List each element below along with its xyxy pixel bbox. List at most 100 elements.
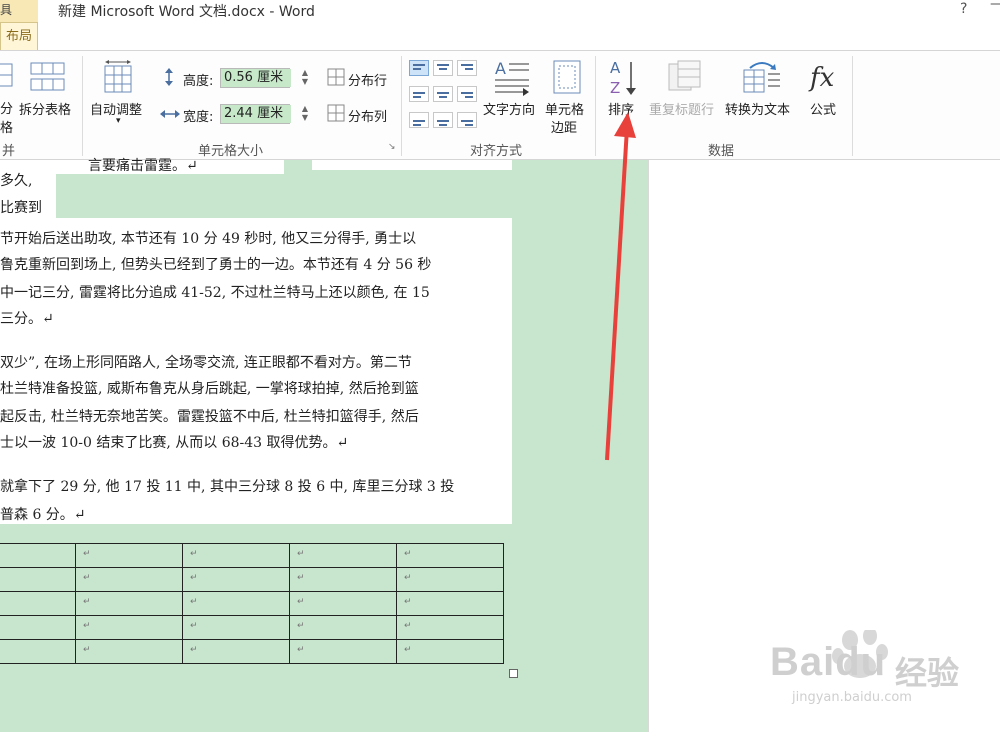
distribute-rows-icon[interactable]: [327, 68, 345, 86]
cell-end-mark: ↵: [83, 597, 91, 607]
left-text-column: 多久, 比赛到: [0, 160, 56, 218]
table-cell[interactable]: ↵: [182, 639, 290, 664]
table-cell[interactable]: ↵: [182, 615, 290, 640]
help-icon[interactable]: ?: [960, 1, 967, 17]
cell-end-mark: ↵: [404, 597, 412, 607]
minimize-icon[interactable]: —: [990, 0, 1000, 12]
cell-margins-button[interactable]: 单元格: [545, 99, 584, 118]
table-row[interactable]: ↵ ↵ ↵ ↵: [0, 639, 504, 664]
distribute-rows-button[interactable]: 分布行: [348, 70, 387, 89]
table-cell[interactable]: ↵: [75, 591, 183, 616]
width-spinner[interactable]: ▲ ▼: [298, 104, 312, 124]
table-cell[interactable]: ↵: [182, 543, 290, 568]
sort-icon[interactable]: A Z: [608, 58, 638, 96]
table-cell[interactable]: ↵: [289, 591, 397, 616]
convert-to-text-icon[interactable]: [742, 60, 782, 94]
cell-end-mark: ↵: [190, 549, 198, 559]
document-table[interactable]: ↵ ↵ ↵ ↵ ↵ ↵ ↵ ↵ ↵ ↵ ↵ ↵ ↵ ↵ ↵ ↵ ↵ ↵ ↵ ↵: [0, 543, 504, 664]
cell-end-mark: ↵: [404, 573, 412, 583]
width-value[interactable]: 2.44 厘米: [221, 105, 291, 123]
text-direction-icon[interactable]: A: [493, 58, 531, 98]
split-cells-label-2[interactable]: 格: [0, 117, 13, 136]
table-cell[interactable]: ↵: [182, 591, 290, 616]
repeat-header-rows-icon[interactable]: [668, 60, 702, 94]
table-row[interactable]: ↵ ↵ ↵ ↵: [0, 567, 504, 592]
text-line: 起反击, 杜兰特无奈地苦笑。雷霆投篮不中后, 杜兰特扣篮得手, 然后: [0, 409, 419, 425]
split-cells-icon[interactable]: [0, 62, 14, 90]
align-top-left-button[interactable]: [409, 60, 429, 76]
table-cell[interactable]: [0, 639, 76, 664]
width-field[interactable]: 2.44 厘米: [220, 104, 291, 124]
table-cell[interactable]: ↵: [75, 567, 183, 592]
cell-end-mark: ↵: [83, 645, 91, 655]
table-cell[interactable]: ↵: [289, 639, 397, 664]
cell-end-mark: ↵: [83, 573, 91, 583]
cell-margins-button-line2[interactable]: 边距: [551, 117, 577, 136]
align-bottom-center-button[interactable]: [433, 112, 453, 128]
align-bottom-right-button[interactable]: [457, 112, 477, 128]
cell-end-mark: ↵: [190, 621, 198, 631]
cell-end-mark: ↵: [297, 597, 305, 607]
table-cell[interactable]: ↵: [289, 615, 397, 640]
table-resize-handle[interactable]: [509, 669, 518, 678]
convert-to-text-button[interactable]: 转换为文本: [725, 99, 790, 118]
align-top-center-button[interactable]: [433, 60, 453, 76]
table-cell[interactable]: ↵: [75, 543, 183, 568]
align-top-right-button[interactable]: [457, 60, 477, 76]
table-cell[interactable]: [0, 543, 76, 568]
table-cell[interactable]: ↵: [396, 567, 504, 592]
repeat-header-rows-button[interactable]: 重复标题行: [649, 99, 714, 118]
align-bottom-left-button[interactable]: [409, 112, 429, 128]
align-middle-right-button[interactable]: [457, 86, 477, 102]
merge-group-label: 并: [2, 144, 16, 159]
height-label: 高度:: [183, 74, 214, 89]
cell-margins-icon[interactable]: [553, 60, 581, 94]
width-label: 宽度:: [183, 110, 214, 125]
table-cell[interactable]: ↵: [289, 543, 397, 568]
cell-end-mark: ↵: [297, 573, 305, 583]
distribute-columns-button[interactable]: 分布列: [348, 106, 387, 125]
table-cell-fragment[interactable]: 言要痛击雷霆。↵: [56, 158, 284, 174]
table-cell[interactable]: [0, 567, 76, 592]
height-value[interactable]: 0.56 厘米: [221, 69, 291, 87]
table-row[interactable]: ↵ ↵ ↵ ↵: [0, 615, 504, 640]
table-cell-fragment[interactable]: [312, 160, 512, 170]
split-cells-label-1[interactable]: 分: [0, 98, 13, 117]
table-cell[interactable]: [0, 591, 76, 616]
table-row[interactable]: ↵ ↵ ↵ ↵: [0, 591, 504, 616]
table-cell[interactable]: ↵: [75, 639, 183, 664]
text-line: 普森 6 分。↵: [0, 507, 86, 523]
table-cell[interactable]: ↵: [75, 615, 183, 640]
group-separator: [401, 56, 402, 156]
cell-end-mark: ↵: [404, 549, 412, 559]
group-separator: [595, 56, 596, 156]
autofit-dropdown-icon[interactable]: ▾: [116, 116, 121, 126]
dialog-launcher-icon[interactable]: ↘: [388, 142, 396, 152]
table-tools-tab-fragment[interactable]: 具: [0, 0, 38, 22]
autofit-icon[interactable]: [103, 60, 133, 94]
table-cell[interactable]: [0, 615, 76, 640]
ribbon-tab-row: [0, 22, 1000, 50]
align-middle-center-button[interactable]: [433, 86, 453, 102]
table-cell[interactable]: ↵: [182, 567, 290, 592]
text-direction-button[interactable]: 文字方向: [483, 99, 535, 118]
split-table-button[interactable]: 拆分表格: [19, 99, 71, 118]
text-line: 比赛到: [0, 200, 42, 216]
tab-layout[interactable]: 布局: [0, 22, 38, 50]
split-table-icon[interactable]: [30, 62, 66, 92]
table-cell[interactable]: ↵: [396, 591, 504, 616]
svg-text:A: A: [610, 59, 621, 77]
height-spinner[interactable]: ▲ ▼: [298, 68, 312, 88]
table-cell[interactable]: ↵: [396, 543, 504, 568]
align-middle-left-button[interactable]: [409, 86, 429, 102]
table-cell[interactable]: ↵: [396, 639, 504, 664]
table-cell[interactable]: ↵: [289, 567, 397, 592]
document-text-block[interactable]: 节开始后送出助攻, 本节还有 10 分 49 秒时, 他又三分得手, 勇士以 鲁…: [0, 218, 512, 524]
formula-button[interactable]: 公式: [810, 99, 836, 118]
table-cell[interactable]: ↵: [396, 615, 504, 640]
formula-icon[interactable]: fx: [808, 60, 840, 94]
group-separator: [852, 56, 853, 156]
height-field[interactable]: 0.56 厘米: [220, 68, 291, 88]
table-row[interactable]: ↵ ↵ ↵ ↵: [0, 543, 504, 568]
distribute-columns-icon[interactable]: [327, 104, 345, 122]
